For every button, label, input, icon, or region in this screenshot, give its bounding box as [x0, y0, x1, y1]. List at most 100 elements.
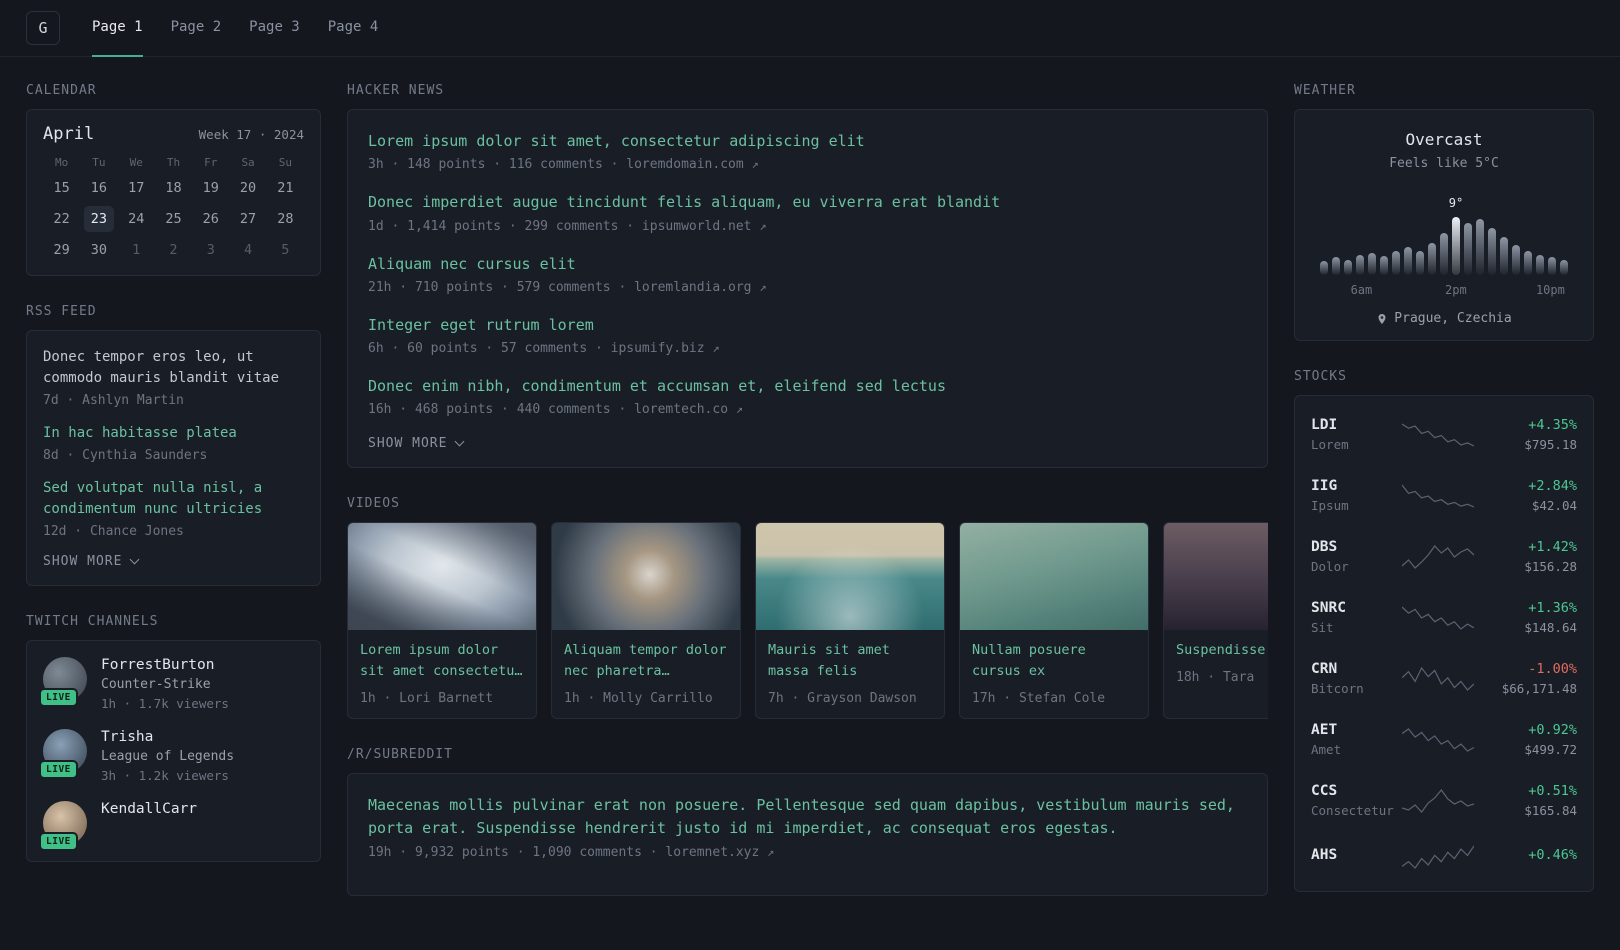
- video-title[interactable]: Nullam posuere cursus ex: [972, 640, 1136, 682]
- stock-symbol: AET: [1311, 722, 1338, 738]
- stock-row[interactable]: DBS Dolor +1.42% $156.28: [1311, 526, 1577, 587]
- hn-item-title[interactable]: Donec enim nibh, condimentum et accumsan…: [368, 375, 1247, 398]
- temp-bar-wrap: [1392, 201, 1400, 275]
- temp-bar-wrap: [1464, 201, 1472, 275]
- rss-item-title[interactable]: In hac habitasse platea: [43, 423, 304, 444]
- hn-item-title[interactable]: Donec imperdiet augue tincidunt felis al…: [368, 191, 1247, 214]
- temp-bar: [1356, 255, 1364, 275]
- left-column: CALENDAR April Week 17 · 2024 Mo Tu We T…: [26, 83, 321, 890]
- temp-bar-wrap: [1416, 201, 1424, 275]
- rss-item-title[interactable]: Sed volutpat nulla nisl, a condimentum n…: [43, 478, 304, 520]
- temp-bar: [1344, 260, 1352, 275]
- video-body: Aliquam tempor dolor nec pharetra… 1h · …: [552, 630, 740, 718]
- channel-name[interactable]: ForrestBurton: [101, 657, 229, 673]
- calendar-days-grid: 15 16 17 18 19 20 21 22 23 24 25 26 27 2…: [43, 175, 304, 263]
- stock-row[interactable]: SNRC Sit +1.36% $148.64: [1311, 587, 1577, 648]
- rss-show-more-button[interactable]: SHOW MORE: [43, 554, 140, 569]
- header-tab[interactable]: Page 4: [328, 0, 379, 57]
- calendar-day: 28: [277, 211, 294, 227]
- weather-bars: 9°: [1311, 196, 1577, 275]
- video-meta: 7h · Grayson Dawson: [768, 691, 917, 707]
- stock-symbol: CCS: [1311, 783, 1338, 799]
- temp-bar-wrap: [1560, 201, 1568, 275]
- rss-item-meta: 12d · Chance Jones: [43, 524, 184, 539]
- stock-name: Bitcorn: [1311, 681, 1364, 696]
- twitch-channel[interactable]: LIVE Trisha League of Legends 3h · 1.2k …: [39, 729, 304, 783]
- channel-viewers: 1h · 1.7k viewers: [101, 696, 229, 711]
- channel-game[interactable]: Counter-Strike: [101, 677, 229, 692]
- calendar-day: 22: [53, 211, 70, 227]
- video-meta: 17h · Stefan Cole: [972, 691, 1106, 707]
- video-title[interactable]: Aliquam tempor dolor nec pharetra…: [564, 640, 728, 682]
- calendar-day: 19: [202, 180, 219, 196]
- subreddit-post-meta-text: 19h · 9,932 points · 1,090 comments · lo…: [368, 844, 760, 860]
- calendar-day: 21: [277, 180, 294, 196]
- hn-item-title[interactable]: Integer eget rutrum lorem: [368, 314, 1247, 337]
- stock-id: CCS Consectetur: [1311, 783, 1399, 818]
- video-card[interactable]: Suspendisse diam 18h · Tara: [1163, 522, 1268, 720]
- rss-widget: RSS FEED Donec tempor eros leo, ut commo…: [26, 304, 321, 586]
- video-thumbnail[interactable]: [348, 523, 536, 631]
- header-tab[interactable]: Page 1: [92, 0, 143, 57]
- channel-info: ForrestBurton Counter-Strike 1h · 1.7k v…: [101, 657, 229, 711]
- hn-item-title[interactable]: Lorem ipsum dolor sit amet, consectetur …: [368, 130, 1247, 153]
- temp-bar: [1332, 257, 1340, 275]
- stock-row[interactable]: IIG Ipsum +2.84% $42.04: [1311, 465, 1577, 526]
- video-thumbnail[interactable]: [756, 523, 944, 631]
- header-tab[interactable]: Page 3: [249, 0, 300, 57]
- stock-row[interactable]: LDI Lorem +4.35% $795.18: [1311, 404, 1577, 465]
- stock-change: +0.51%: [1528, 783, 1577, 799]
- header-tab[interactable]: Page 2: [171, 0, 222, 57]
- twitch-widget: TWITCH CHANNELS LIVE ForrestBurton Count…: [26, 614, 321, 862]
- video-title[interactable]: Suspendisse diam: [1176, 640, 1268, 661]
- video-card[interactable]: Nullam posuere cursus ex 17h · Stefan Co…: [959, 522, 1149, 720]
- channel-name[interactable]: KendallCarr: [101, 801, 197, 817]
- stock-row[interactable]: CRN Bitcorn -1.00% $66,171.48: [1311, 648, 1577, 709]
- twitch-channel[interactable]: LIVE KendallCarr: [39, 801, 304, 851]
- avatar-wrap: LIVE: [39, 801, 87, 851]
- hn-item-title[interactable]: Aliquam nec cursus elit: [368, 253, 1247, 276]
- weather-axis-label: 10pm: [1535, 283, 1565, 297]
- video-thumbnail[interactable]: [552, 523, 740, 631]
- hn-item: Aliquam nec cursus elit 21h · 710 points…: [368, 253, 1247, 295]
- stock-price: $795.18: [1524, 437, 1577, 452]
- video-thumbnail[interactable]: [1164, 523, 1268, 631]
- stock-row[interactable]: AET Amet +0.92% $499.72: [1311, 709, 1577, 770]
- chevron-down-icon: [455, 436, 465, 447]
- stock-values: +0.46%: [1477, 847, 1577, 867]
- calendar-day: 2: [169, 242, 178, 258]
- temp-bar-wrap: [1440, 201, 1448, 275]
- temp-bar: [1440, 233, 1448, 275]
- video-title[interactable]: Lorem ipsum dolor sit amet consectetu…: [360, 640, 524, 682]
- hn-item: Lorem ipsum dolor sit amet, consectetur …: [368, 130, 1247, 172]
- chevron-down-icon: [130, 554, 140, 565]
- stock-change: +4.35%: [1528, 417, 1577, 433]
- hn-item-meta-text: 21h · 710 points · 579 comments · loreml…: [368, 279, 752, 295]
- temp-bar: [1464, 223, 1472, 275]
- video-title[interactable]: Mauris sit amet massa felis: [768, 640, 932, 682]
- video-card[interactable]: Mauris sit amet massa felis 7h · Grayson…: [755, 522, 945, 720]
- stock-row[interactable]: CCS Consectetur +0.51% $165.84: [1311, 770, 1577, 831]
- external-link-icon: ↗: [751, 157, 759, 172]
- weather-axis-label: 6am: [1350, 283, 1373, 297]
- videos-widget: VIDEOS Lorem ipsum dolor sit amet consec…: [347, 496, 1268, 720]
- video-card[interactable]: Lorem ipsum dolor sit amet consectetu… 1…: [347, 522, 537, 720]
- video-thumbnail[interactable]: [960, 523, 1148, 631]
- avatar-wrap: LIVE: [39, 729, 87, 779]
- twitch-channel[interactable]: LIVE ForrestBurton Counter-Strike 1h · 1…: [39, 657, 304, 711]
- calendar-dow: Th: [166, 156, 181, 169]
- app-logo[interactable]: G: [26, 11, 60, 45]
- hn-show-more-button[interactable]: SHOW MORE: [368, 436, 465, 451]
- stock-row[interactable]: AHS +0.46%: [1311, 831, 1577, 883]
- subreddit-post-title[interactable]: Maecenas mollis pulvinar erat non posuer…: [368, 794, 1247, 841]
- channel-game[interactable]: League of Legends: [101, 749, 234, 764]
- stock-sparkline: [1402, 666, 1474, 691]
- temp-bar: [1488, 228, 1496, 275]
- live-badge: LIVE: [39, 832, 78, 851]
- rss-item-title[interactable]: Donec tempor eros leo, ut commodo mauris…: [43, 347, 304, 389]
- channel-name[interactable]: Trisha: [101, 729, 234, 745]
- hn-item-meta: 1d · 1,414 points · 299 comments · ipsum…: [368, 219, 1247, 234]
- video-card[interactable]: Aliquam tempor dolor nec pharetra… 1h · …: [551, 522, 741, 720]
- video-body: Mauris sit amet massa felis 7h · Grayson…: [756, 630, 944, 718]
- external-link-icon: ↗: [712, 341, 720, 355]
